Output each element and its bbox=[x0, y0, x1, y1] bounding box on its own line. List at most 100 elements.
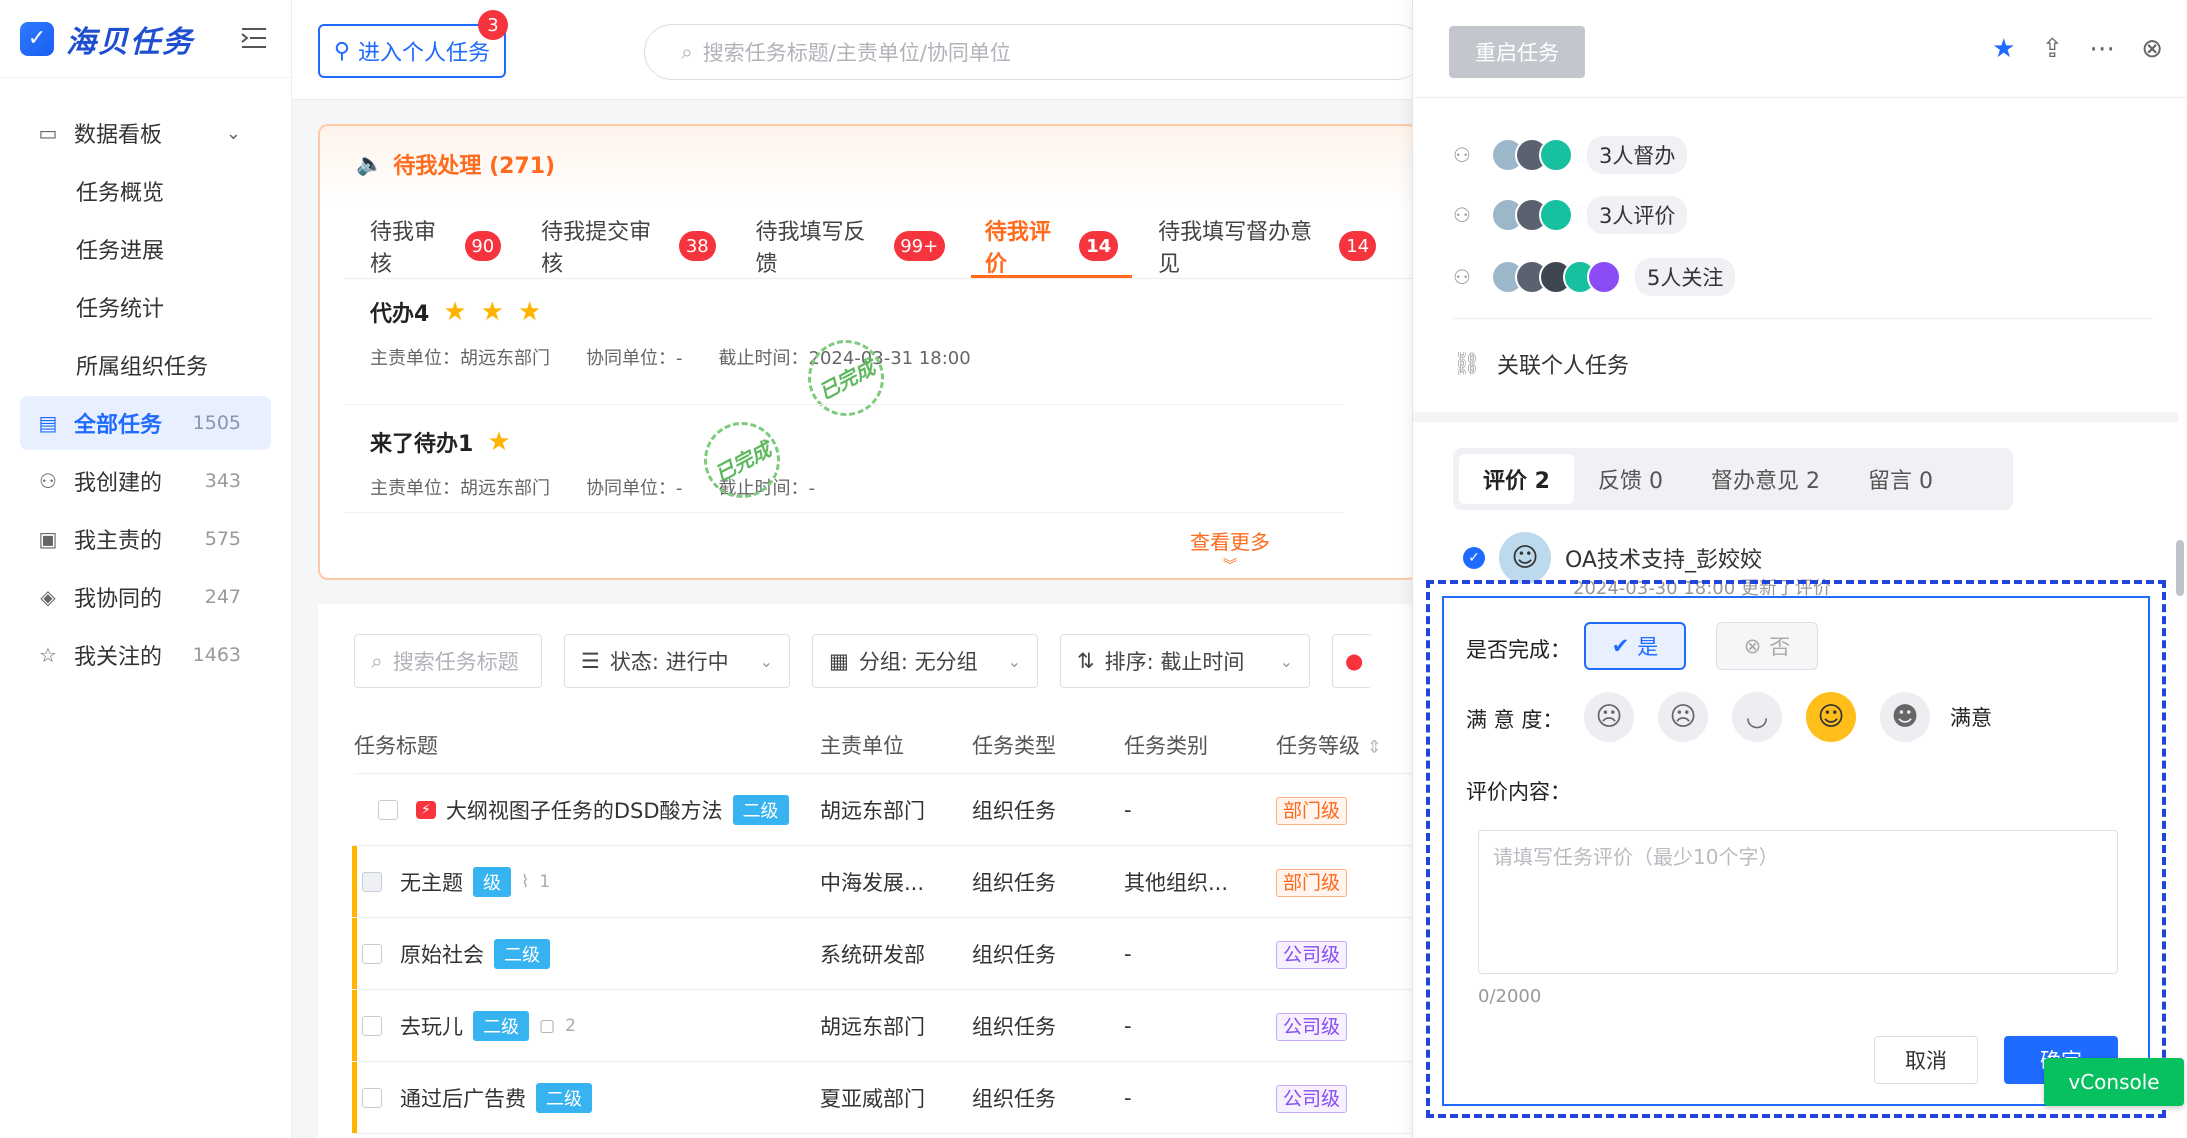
restart-task-button[interactable]: 重启任务 bbox=[1449, 26, 1585, 78]
type-cell: 组织任务 bbox=[972, 798, 1056, 823]
task-title: 去玩儿 bbox=[400, 1014, 463, 1039]
level-badge: 级 bbox=[473, 866, 511, 897]
sort-value: 排序: 截止时间 bbox=[1104, 650, 1245, 674]
table-row[interactable]: 无主题级 ⌇ 1 中海发展... 组织任务 其他组织... 部门级 bbox=[352, 846, 1418, 918]
row-checkbox[interactable] bbox=[362, 943, 382, 964]
star-filled-icon[interactable]: ★ bbox=[1992, 34, 2015, 64]
share-icon[interactable]: ⇪ bbox=[2041, 34, 2063, 64]
tab-label: 待我评价 bbox=[984, 220, 1051, 277]
sidebar-item-progress[interactable]: 任务进展 bbox=[20, 222, 271, 276]
evaluation-textarea[interactable]: 请填写任务评价（最少10个字） bbox=[1478, 830, 2118, 974]
tab-supervise[interactable]: 督办意见 2 bbox=[1687, 454, 1844, 504]
happy-face-icon[interactable]: ☻ bbox=[1880, 692, 1930, 742]
table-row[interactable]: 原始社会 二级 系统研发部 组织任务 - 公司级 bbox=[352, 918, 1418, 990]
satisfaction-label: 满 意 度： bbox=[1466, 708, 1564, 732]
owner-unit: 主责单位：胡远东部门 bbox=[370, 478, 550, 499]
sidebar-item-count: 1463 bbox=[192, 644, 241, 666]
tab-pending-feedback[interactable]: 待我填写反馈 99+ bbox=[756, 218, 945, 277]
completed-no-option[interactable]: ⊗ 否 bbox=[1716, 622, 1818, 670]
no-label: 否 bbox=[1769, 635, 1791, 659]
related-label: 关联个人任务 bbox=[1496, 354, 1629, 379]
task-search-input[interactable]: ⌕ 搜索任务标题 bbox=[354, 634, 542, 688]
grade-tag: 公司级 bbox=[1276, 1085, 1348, 1113]
row-checkbox[interactable] bbox=[362, 1087, 382, 1108]
tab-pending-review[interactable]: 待我审核 90 bbox=[370, 218, 502, 277]
sort-icon: ⇅ bbox=[1077, 649, 1095, 673]
header-type: 任务类型 bbox=[972, 733, 1056, 758]
cancel-button[interactable]: 取消 bbox=[1874, 1036, 1978, 1084]
evaluators-row[interactable]: ⚇ 3人评价 bbox=[1453, 196, 2153, 234]
completed-yes-option[interactable]: ✔ 是 bbox=[1584, 622, 1686, 670]
char-counter: 0/2000 bbox=[1478, 986, 1542, 1007]
divider bbox=[344, 404, 1344, 405]
collab-unit: 协同单位：- bbox=[586, 478, 683, 499]
sort-select[interactable]: ⇅ 排序: 截止时间 ⌄ bbox=[1060, 634, 1310, 688]
tab-pending-evaluate[interactable]: 待我评价 14 bbox=[970, 218, 1133, 278]
avatar bbox=[1539, 198, 1573, 232]
close-icon[interactable]: ⊗ bbox=[2141, 34, 2163, 64]
header-owner: 主责单位 bbox=[820, 733, 904, 758]
table-row[interactable]: ⚡ 大纲视图子任务的DSD酸方法 二级 胡远东部门 组织任务 - 部门级 bbox=[354, 774, 1418, 846]
table-row[interactable]: 去玩儿 二级 ▢ 2 胡远东部门 组织任务 - 公司级 bbox=[352, 990, 1418, 1062]
global-search-input[interactable]: ⌕ 搜索任务标题/主责单位/协同单位 bbox=[644, 24, 1424, 80]
tab-pending-supervise[interactable]: 待我填写督办意见 14 bbox=[1158, 218, 1376, 277]
sidebar-item-dashboard[interactable]: ▭ 数据看板 ⌄ bbox=[20, 106, 271, 160]
tab-label: 待我填写督办意见 bbox=[1158, 220, 1313, 277]
sidebar-item-label: 全部任务 bbox=[74, 413, 163, 438]
avatar bbox=[1587, 260, 1621, 294]
related-personal-task[interactable]: ⛓ 关联个人任务 bbox=[1453, 348, 1629, 380]
level-badge: 二级 bbox=[494, 938, 550, 969]
status-icon: ☰ bbox=[581, 649, 600, 673]
tab-badge: 38 bbox=[679, 231, 716, 261]
collapse-menu-icon[interactable] bbox=[240, 26, 268, 50]
owner-unit: 主责单位：胡远东部门 bbox=[370, 348, 550, 369]
urgent-icon: ⚡ bbox=[416, 800, 436, 819]
grade-tag: 公司级 bbox=[1276, 941, 1348, 969]
scrollbar[interactable] bbox=[2176, 540, 2184, 596]
see-more-link[interactable]: 查看更多 ︾ bbox=[1190, 526, 1270, 575]
row-checkbox[interactable] bbox=[362, 871, 382, 892]
pending-item[interactable]: 来了待办1 ★ 主责单位：胡远东部门 协同单位：- 截止时间：- bbox=[370, 426, 1370, 500]
enter-personal-tasks-button[interactable]: ⚲ 进入个人任务 bbox=[318, 24, 506, 78]
vconsole-button[interactable]: vConsole bbox=[2044, 1058, 2184, 1106]
row-checkbox[interactable] bbox=[362, 1015, 382, 1036]
tab-message[interactable]: 留言 0 bbox=[1844, 454, 1957, 504]
table-row[interactable]: 通过后广告费 二级 夏亚威部门 组织任务 - 公司级 bbox=[352, 1062, 1418, 1134]
more-icon[interactable]: ⋯ bbox=[2089, 34, 2115, 64]
group-select[interactable]: ▦ 分组: 无分组 ⌄ bbox=[812, 634, 1038, 688]
sidebar-item-stats[interactable]: 任务统计 bbox=[20, 280, 271, 334]
avatar-group bbox=[1491, 260, 1621, 294]
sidebar: ✓ 海贝任务 ▭ 数据看板 ⌄ 任务概览 任务进展 任务统计 所属组织任务 ▤ … bbox=[0, 0, 292, 1138]
supervisors-row[interactable]: ⚇ 3人督办 bbox=[1453, 136, 2153, 174]
sidebar-item-label: 任务统计 bbox=[76, 297, 165, 322]
sidebar-item-label: 所属组织任务 bbox=[76, 355, 209, 380]
tab-feedback[interactable]: 反馈 0 bbox=[1574, 454, 1687, 504]
tab-evaluation[interactable]: 评价 2 bbox=[1459, 454, 1574, 504]
sidebar-item-created[interactable]: ⚇ 我创建的 343 bbox=[20, 454, 271, 508]
smile-face-icon[interactable]: ☺ bbox=[1806, 692, 1856, 742]
pending-panel: 🔈 待我处理 (271) 待我审核 90 待我提交审核 38 待我填写反馈 99+ 待… bbox=[318, 124, 1418, 580]
header-grade[interactable]: 任务等级 ⇕ bbox=[1276, 730, 1416, 760]
status-select[interactable]: ☰ 状态: 进行中 ⌄ bbox=[564, 634, 790, 688]
search-placeholder: 搜索任务标题/主责单位/协同单位 bbox=[702, 41, 1011, 65]
row-checkbox[interactable] bbox=[378, 799, 398, 820]
chevron-down-icon: ⌄ bbox=[225, 122, 241, 144]
sidebar-item-following[interactable]: ☆ 我关注的 1463 bbox=[20, 628, 271, 682]
sidebar-item-collab[interactable]: ◈ 我协同的 247 bbox=[20, 570, 271, 624]
tab-pending-submit[interactable]: 待我提交审核 38 bbox=[541, 218, 716, 277]
followers-row[interactable]: ⚇ 5人关注 bbox=[1453, 258, 2153, 296]
category-cell: - bbox=[1124, 1013, 1132, 1038]
sidebar-item-overview[interactable]: 任务概览 bbox=[20, 164, 271, 218]
sidebar-item-label: 我协同的 bbox=[74, 587, 163, 612]
sad-face-icon[interactable]: ☹ bbox=[1658, 692, 1708, 742]
sidebar-item-all-tasks[interactable]: ▤ 全部任务 1505 bbox=[20, 396, 271, 450]
collab-unit: 协同单位：- bbox=[586, 348, 683, 369]
avatar-group bbox=[1491, 138, 1573, 172]
sidebar-item-org-tasks[interactable]: 所属组织任务 bbox=[20, 338, 271, 392]
more-filter-button[interactable]: ● bbox=[1332, 634, 1372, 688]
neutral-face-icon[interactable]: ◡ bbox=[1732, 692, 1782, 742]
sidebar-item-owned[interactable]: ▣ 我主责的 575 bbox=[20, 512, 271, 566]
level-badge: 二级 bbox=[473, 1010, 529, 1041]
angry-face-icon[interactable]: ☹ bbox=[1584, 692, 1634, 742]
owner-cell: 中海发展... bbox=[820, 870, 925, 895]
